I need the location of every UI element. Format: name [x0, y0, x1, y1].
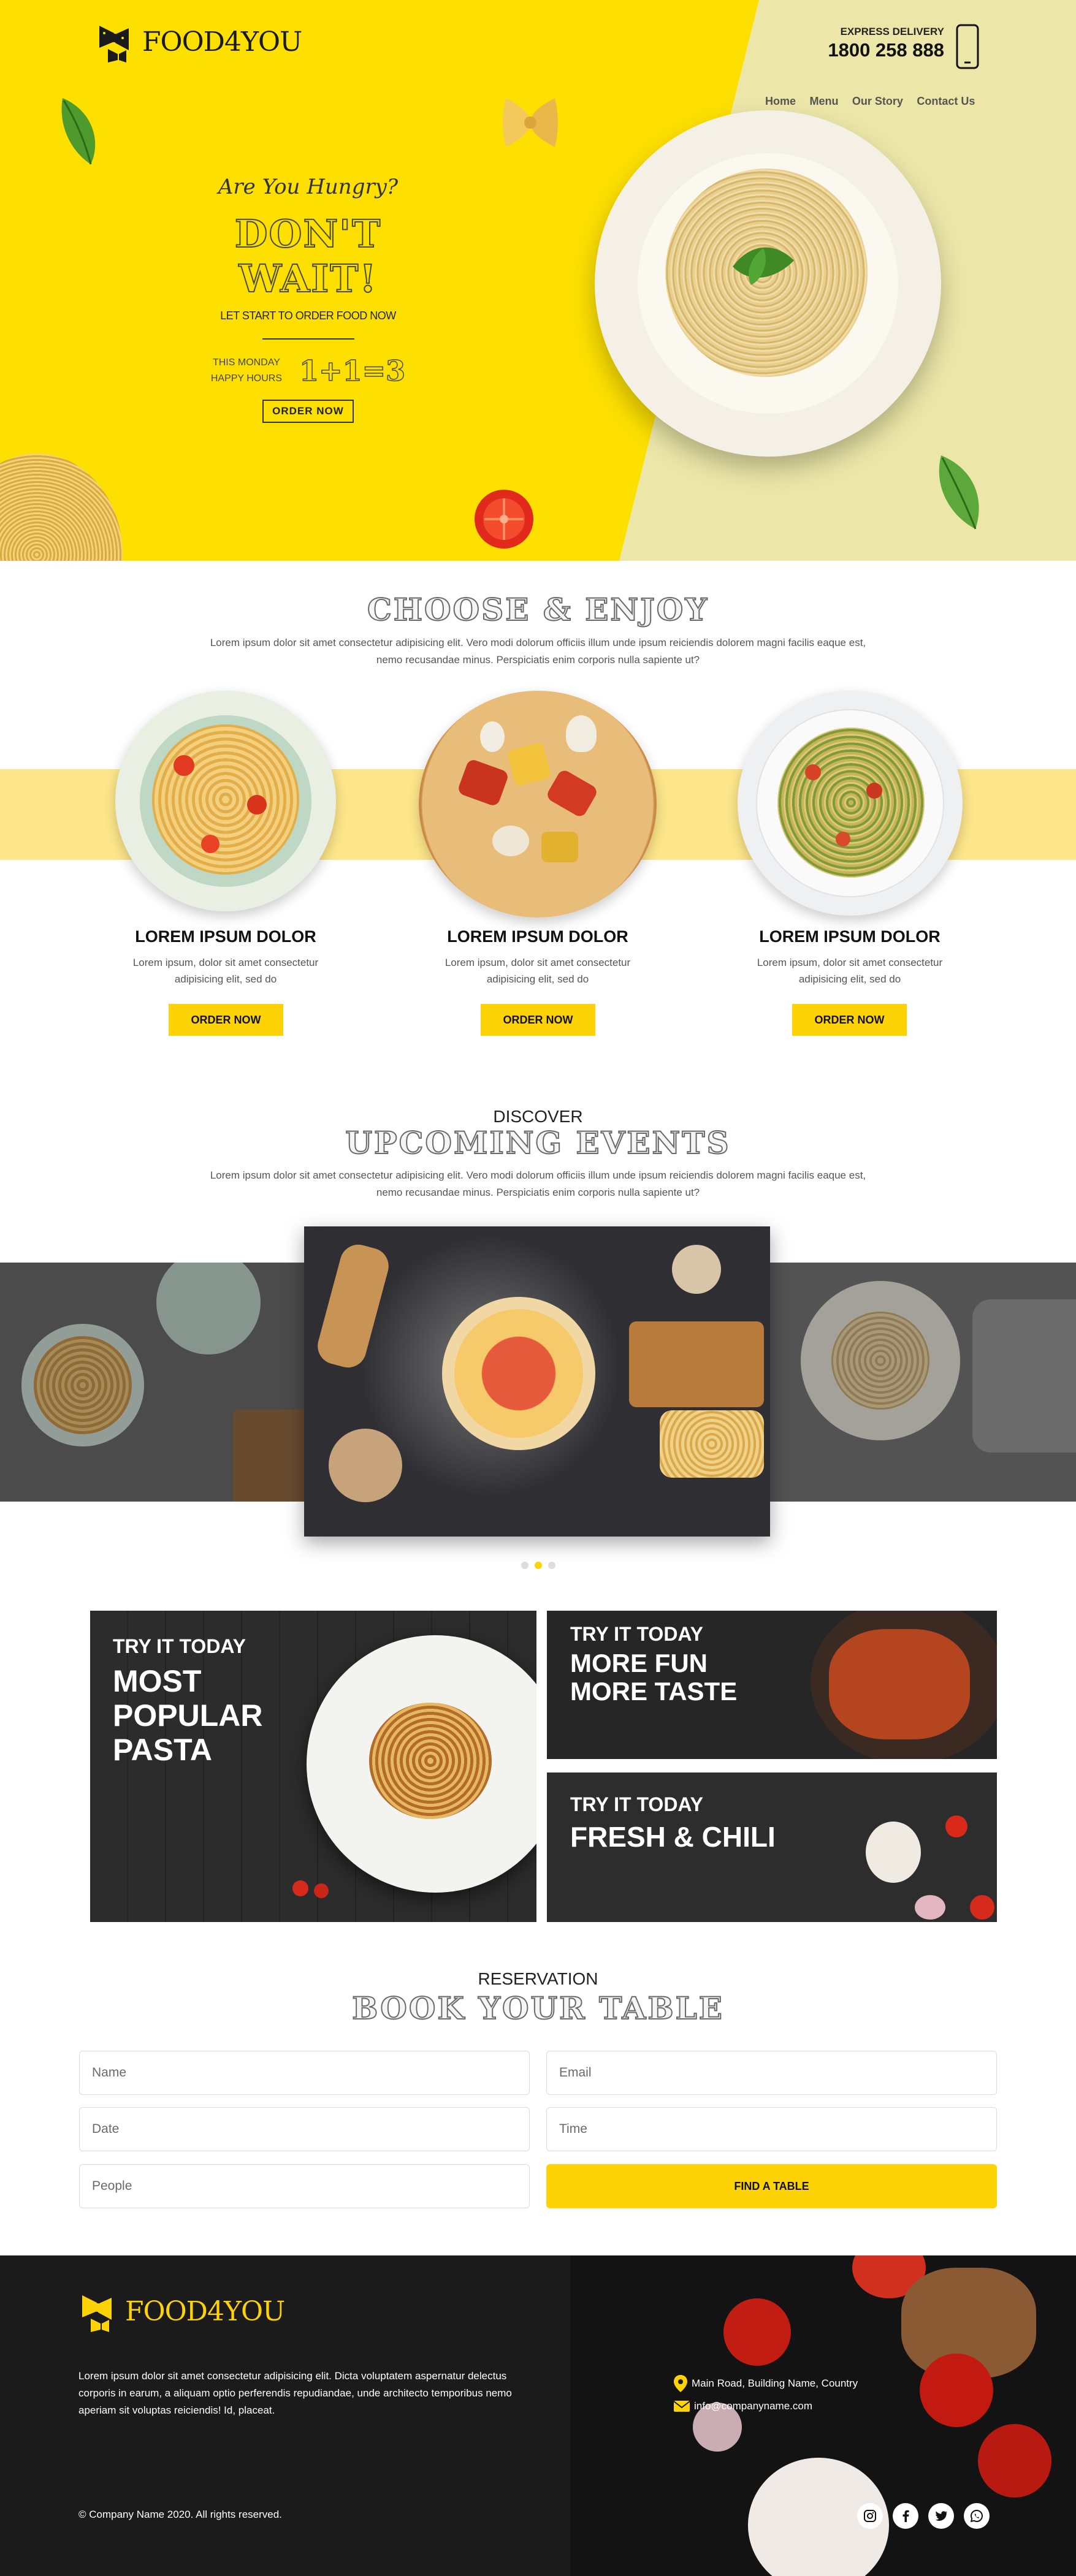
hero-pasta-plate-image [595, 110, 941, 457]
pesto-pasta-plate-image [738, 691, 963, 916]
promo-offer: 1+1=3 [299, 354, 406, 388]
footer-email[interactable]: info@companyname.com [673, 2400, 812, 2412]
date-field[interactable] [79, 2107, 530, 2151]
nav-home[interactable]: Home [765, 95, 796, 107]
footer-brand-name: FOOD4YOU [125, 2295, 285, 2327]
phone-icon [956, 24, 979, 69]
main-nav: Home Menu Our Story Contact Us [754, 95, 975, 108]
reservation-kicker: RESERVATION [478, 1969, 598, 1988]
event-slide-left-image[interactable] [0, 1263, 304, 1502]
card-order-now-button[interactable]: ORDER NOW [481, 1004, 595, 1036]
bowtie-pasta-logo-icon [99, 26, 129, 63]
card-order-now-button[interactable]: ORDER NOW [792, 1004, 907, 1036]
twitter-link[interactable] [928, 2503, 954, 2529]
events-section-title: UPCOMING EVENTS [345, 1124, 731, 1161]
card-title: LOREM IPSUM DOLOR [135, 927, 316, 946]
event-slide-right-image[interactable] [770, 1263, 1076, 1502]
tomato-slice-image [475, 490, 533, 549]
whatsapp-link[interactable] [964, 2503, 990, 2529]
social-links [857, 2503, 990, 2529]
promo-small-text: TRY IT TODAY [570, 1623, 703, 1645]
card-title: LOREM IPSUM DOLOR [447, 927, 628, 946]
express-delivery: EXPRESS DELIVERY 1800 258 888 [797, 26, 944, 61]
carousel-dot[interactable] [521, 1562, 528, 1569]
promo-hours: HAPPY HOURS [210, 373, 283, 384]
bowtie-pasta-logo-icon [82, 2295, 112, 2332]
brand-name: FOOD4YOU [142, 26, 302, 58]
instagram-link[interactable] [857, 2503, 883, 2529]
promo-small-text: TRY IT TODAY [570, 1793, 703, 1815]
facebook-icon [902, 2510, 909, 2522]
footer: FOOD4YOU Lorem ipsum dolor sit amet cons… [0, 2255, 1076, 2576]
delivery-phone[interactable]: 1800 258 888 [797, 39, 944, 61]
hero-order-now-button[interactable]: ORDER NOW [262, 400, 354, 423]
basil-leaf-image [61, 98, 96, 165]
pizza-image [419, 691, 657, 918]
promo-popular-pasta[interactable]: TRY IT TODAY MOST POPULAR PASTA [90, 1611, 536, 1922]
facebook-link[interactable] [893, 2503, 918, 2529]
events-section-text: Lorem ipsum dolor sit amet consectetur a… [210, 1169, 866, 1198]
events-kicker: DISCOVER [493, 1107, 583, 1126]
hero-headline: DON'T WAIT! [234, 211, 382, 302]
nav-contact-us[interactable]: Contact Us [917, 95, 975, 107]
carousel-dot-active[interactable] [534, 1562, 542, 1569]
promo-fresh-chili[interactable]: TRY IT TODAY FRESH & CHILI [547, 1772, 997, 1922]
email-text: info@companyname.com [694, 2400, 813, 2412]
find-table-button[interactable]: FIND A TABLE [546, 2164, 997, 2208]
basil-leaf-image [939, 455, 979, 530]
carousel-dots [0, 1561, 1076, 1572]
hero-section: FOOD4YOU EXPRESS DELIVERY 1800 258 888 H… [0, 0, 1076, 561]
email-field[interactable] [546, 2051, 997, 2095]
people-field[interactable] [79, 2164, 530, 2208]
choose-section-text: Lorem ipsum dolor sit amet consectetur a… [210, 637, 866, 666]
promo-big-text: MORE FUN MORE TASTE [570, 1649, 738, 1706]
map-pin-icon [674, 2375, 687, 2392]
hero-subline: LET START TO ORDER FOOD NOW [220, 310, 396, 322]
instagram-icon [864, 2510, 876, 2522]
mail-icon [673, 2401, 690, 2412]
farfalle-pasta-image [503, 98, 558, 147]
footer-about-text: Lorem ipsum dolor sit amet consectetur a… [78, 2370, 512, 2416]
card-text: Lorem ipsum, dolor sit amet consectetur … [757, 957, 943, 985]
hero-kicker: Are You Hungry? [218, 175, 399, 199]
card-text: Lorem ipsum, dolor sit amet consectetur … [132, 957, 319, 985]
promo-more-fun[interactable]: TRY IT TODAY MORE FUN MORE TASTE [547, 1611, 997, 1759]
happy-hours: THIS MONDAY HAPPY HOURS 1+1=3 [172, 354, 445, 388]
nav-our-story[interactable]: Our Story [852, 95, 903, 107]
address-text: Main Road, Building Name, Country [692, 2377, 858, 2389]
promo-big-text: MOST POPULAR PASTA [113, 1664, 263, 1767]
promo-big-text: FRESH & CHILI [570, 1821, 776, 1853]
card-title: LOREM IPSUM DOLOR [759, 927, 941, 946]
event-slide-active-image[interactable] [304, 1226, 770, 1537]
choose-section-title: CHOOSE & ENJOY [367, 591, 709, 628]
twitter-icon [935, 2511, 947, 2521]
name-field[interactable] [79, 2051, 530, 2095]
delivery-label: EXPRESS DELIVERY [840, 26, 944, 37]
footer-address: Main Road, Building Name, Country [673, 2374, 858, 2393]
time-field[interactable] [546, 2107, 997, 2151]
whatsapp-icon [970, 2509, 983, 2523]
card-text: Lorem ipsum, dolor sit amet consectetur … [445, 957, 631, 985]
tagliatelle-plate-image [115, 691, 336, 911]
carousel-dot[interactable] [548, 1562, 555, 1569]
promo-day: THIS MONDAY [212, 357, 280, 368]
hero-divider [262, 338, 354, 340]
promo-small-text: TRY IT TODAY [113, 1635, 246, 1657]
footer-brand-logo[interactable]: FOOD4YOU [78, 2289, 285, 2333]
reservation-section-title: BOOK YOUR TABLE [351, 1989, 724, 2027]
hero-copy: Are You Hungry? DON'T WAIT! LET START TO… [172, 175, 445, 423]
footer-food-image [570, 2255, 1076, 2576]
raw-spaghetti-image [0, 454, 123, 561]
nav-menu[interactable]: Menu [809, 95, 838, 107]
copyright-text: © Company Name 2020. All rights reserved… [78, 2509, 282, 2520]
card-order-now-button[interactable]: ORDER NOW [169, 1004, 283, 1036]
brand-logo[interactable]: FOOD4YOU [96, 20, 302, 64]
